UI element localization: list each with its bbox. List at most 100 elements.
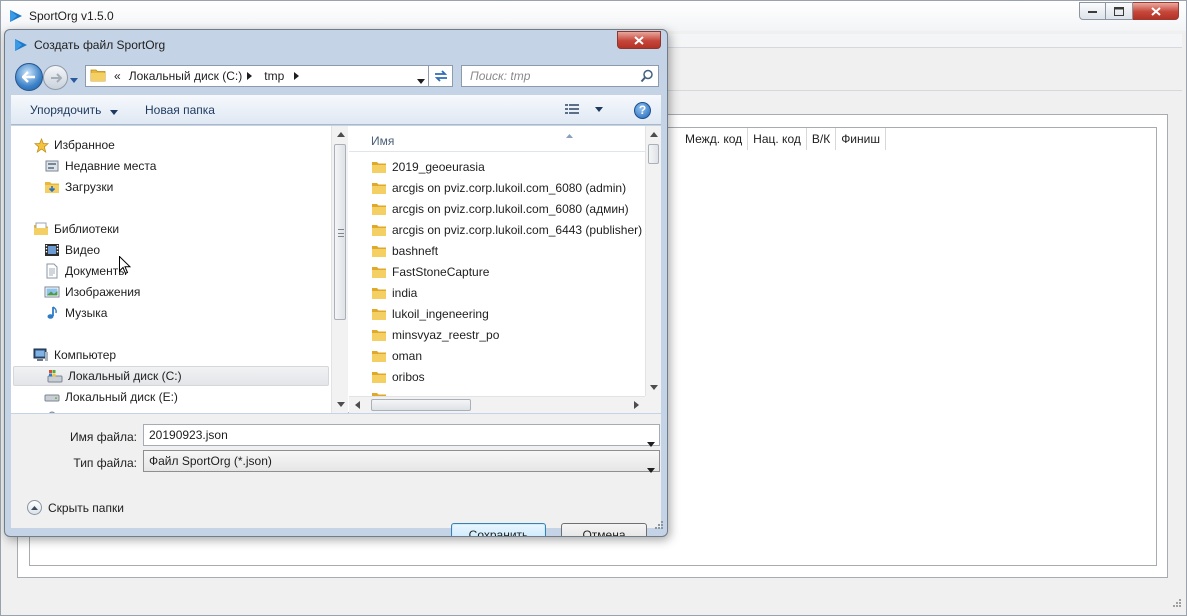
search-icon[interactable] [640,69,654,86]
folder-icon [371,264,387,280]
folder-icon [371,243,387,259]
nav-drive-e[interactable]: Локальный диск (E:) [11,387,329,407]
view-details-icon [565,104,579,114]
command-bar: Упорядочить Новая папка ? [11,94,661,125]
list-item[interactable]: bashneft [371,241,438,261]
list-item[interactable]: oribos [371,367,425,387]
nav-favorites-label: Избранное [54,138,115,152]
list-item[interactable]: lukoil_ingeneering [371,304,489,324]
column-header-out-of-competition[interactable]: В/К [806,128,837,150]
file-list-horizontal-scrollbar[interactable] [349,396,645,413]
nav-recent-places[interactable]: Недавние места [11,156,329,176]
scroll-left-arrow-icon[interactable] [355,401,360,409]
resize-grip-icon[interactable] [1172,597,1182,611]
grip-icon [338,229,344,237]
file-name: lukoil_ingeneering [392,307,489,321]
filetype-select[interactable]: Файл SportOrg (*.json) [143,450,660,473]
scrollbar-thumb[interactable] [648,144,659,164]
list-item[interactable]: arcgis on pviz.corp.lukoil.com_6080 (адм… [371,199,629,219]
nav-music[interactable]: Музыка [11,303,329,323]
list-item[interactable]: arcgis on pviz.corp.lukoil.com_6443 (pub… [371,220,642,240]
search-input[interactable] [462,66,632,86]
maximize-button[interactable] [1106,2,1133,20]
scroll-down-arrow-icon[interactable] [650,385,658,390]
column-header-intl-code[interactable]: Межд. код [680,128,749,150]
nav-computer[interactable]: Компьютер [11,345,329,365]
nav-video[interactable]: Видео [11,240,329,260]
list-item[interactable]: india [371,283,417,303]
list-item[interactable]: minsvyaz_reestr_po [371,325,499,345]
scrollbar-thumb[interactable] [371,399,471,411]
save-button[interactable]: Сохранить [451,523,546,536]
list-item[interactable]: oman [371,346,422,366]
recent-locations-chevron-icon[interactable] [70,72,78,86]
breadcrumb-tmp[interactable]: tmp [264,69,284,83]
sportorg-logo-icon [9,9,23,26]
breadcrumb-drive-c[interactable]: Локальный диск (C:) [129,69,243,83]
cancel-button[interactable]: Отмена [561,523,647,536]
nav-drive-e-label: Локальный диск (E:) [65,390,178,404]
nav-pictures[interactable]: Изображения [11,282,329,302]
dialog-footer: Имя файла: 20190923.json Тип файла: Файл… [11,414,661,536]
nav-drive-c[interactable]: Локальный диск (C:) [13,366,329,386]
chevron-down-icon [595,106,603,112]
file-list-vertical-scrollbar[interactable] [645,126,661,396]
chevron-down-icon[interactable] [647,459,655,479]
nav-computer-label: Компьютер [54,348,117,362]
list-item[interactable] [371,388,392,396]
close-button[interactable] [1133,2,1179,20]
nav-favorites[interactable]: Избранное [11,135,329,155]
search-box[interactable] [461,65,659,87]
folder-icon [371,159,387,175]
nav-pictures-label: Изображения [65,285,141,299]
file-name: arcgis on pviz.corp.lukoil.com_6080 (адм… [392,202,629,216]
main-title-bar[interactable]: SportOrg v1.5.0 [1,1,1186,31]
filename-input[interactable]: 20190923.json [143,424,660,447]
dialog-close-button[interactable] [617,31,661,49]
breadcrumb-overflow[interactable]: « [114,69,121,83]
table-header: Межд. код Нац. код В/К Финиш [680,128,886,150]
address-history-dropdown-icon[interactable] [417,73,425,87]
file-list-header: Имя [349,126,645,152]
organize-button[interactable]: Упорядочить [30,103,118,118]
help-button[interactable]: ? [634,102,651,119]
scroll-right-arrow-icon[interactable] [634,401,639,409]
forward-button[interactable] [43,65,68,90]
nav-drive-c-label: Локальный диск (C:) [68,369,182,383]
address-bar[interactable]: « Локальный диск (C:) tmp [85,65,429,87]
file-name: minsvyaz_reestr_po [392,328,500,342]
dialog-title-bar[interactable]: Создать файл SportOrg [5,30,667,60]
nav-downloads[interactable]: Загрузки [11,177,329,197]
file-list[interactable]: Имя 2019_geoeurasia arcgis on pviz.corp.… [349,126,645,396]
column-header-national-code[interactable]: Нац. код [748,128,807,150]
list-item[interactable]: FastStoneCapture [371,262,489,282]
new-folder-button[interactable]: Новая папка [145,103,215,117]
hide-folders-button[interactable]: Скрыть папки [27,500,124,515]
back-button[interactable] [15,63,43,91]
scroll-down-arrow-icon[interactable] [337,402,345,407]
navigation-scrollbar[interactable] [331,126,348,413]
arrow-left-icon [22,71,35,83]
breadcrumb-separator-icon[interactable] [294,69,300,83]
refresh-button[interactable] [429,65,453,87]
nav-more-item[interactable] [11,408,329,413]
breadcrumb-separator-icon[interactable] [247,69,253,83]
scroll-up-arrow-icon[interactable] [337,132,345,137]
column-header-name[interactable]: Имя [371,134,394,148]
computer-icon [33,347,49,363]
navigation-pane: Избранное Недавние места Загрузки Библио… [11,126,331,413]
minimize-button[interactable] [1079,2,1106,20]
nav-documents[interactable]: Документы [11,261,329,281]
file-name: arcgis on pviz.corp.lukoil.com_6443 (pub… [392,223,643,237]
nav-libraries[interactable]: Библиотеки [11,219,329,239]
change-view-button[interactable] [565,103,603,115]
scrollbar-thumb[interactable] [334,144,346,320]
list-item[interactable]: 2019_geoeurasia [371,157,485,177]
scroll-up-arrow-icon[interactable] [650,132,658,137]
save-file-dialog: Создать файл SportOrg « Локальный диск (… [4,29,668,537]
pictures-icon [44,284,60,300]
list-item[interactable]: arcgis on pviz.corp.lukoil.com_6080 (adm… [371,178,626,198]
resize-grip-icon[interactable] [654,519,664,533]
maximize-icon [1114,6,1124,16]
column-header-finish[interactable]: Финиш [836,128,886,150]
